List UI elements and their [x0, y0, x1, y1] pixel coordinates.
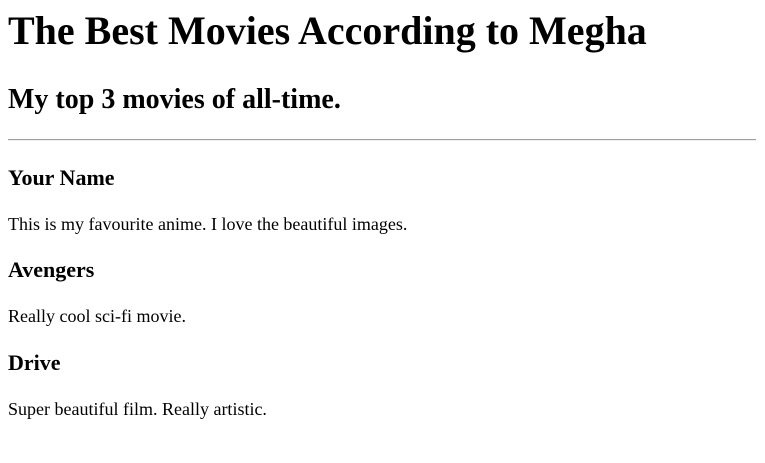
divider [8, 139, 756, 141]
movie-title: Drive [8, 350, 61, 375]
movie-entry: Drive Super beautiful film. Really artis… [8, 350, 757, 420]
movie-title: Avengers [8, 257, 95, 282]
page-content: The Best Movies According to Megha My to… [0, 0, 765, 420]
movie-description: Super beautiful film. Really artistic. [8, 399, 267, 419]
movie-title: Your Name [8, 165, 115, 190]
movie-description: Really cool sci-fi movie. [8, 306, 186, 326]
page-subtitle: My top 3 movies of all-time. [8, 84, 341, 115]
movie-description: This is my favourite anime. I love the b… [8, 214, 408, 234]
page-title: The Best Movies According to Megha [8, 8, 647, 53]
movie-entry: Avengers Really cool sci-fi movie. [8, 257, 757, 327]
movie-entry: Your Name This is my favourite anime. I … [8, 165, 757, 235]
